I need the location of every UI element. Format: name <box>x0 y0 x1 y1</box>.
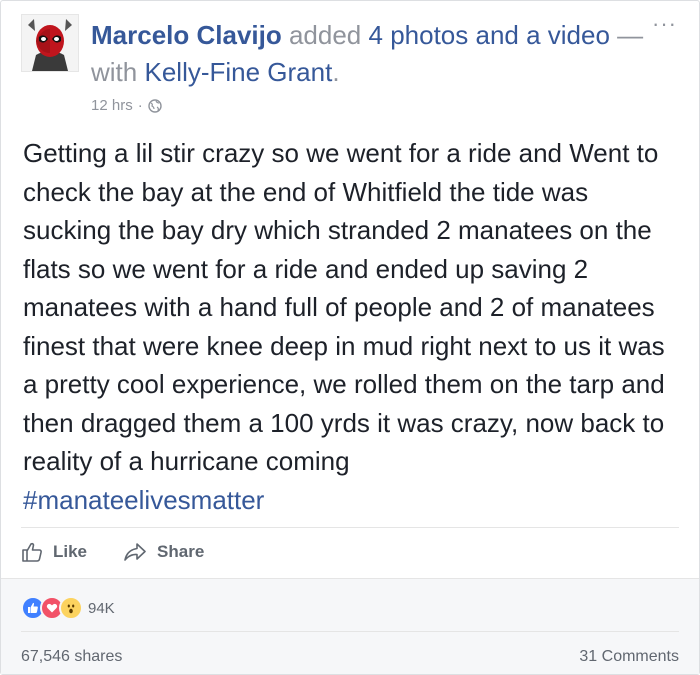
action-bar: Like Share <box>21 538 240 566</box>
tagged-person-link[interactable]: Kelly-Fine Grant <box>144 57 332 87</box>
more-options-button[interactable]: ··· <box>652 11 677 37</box>
shares-count-link[interactable]: 67,546 shares <box>21 648 122 666</box>
deadpool-avatar-icon <box>22 15 78 71</box>
like-button[interactable]: Like <box>21 541 87 563</box>
post-footer: 94K 67,546 shares 31 Comments <box>1 578 699 674</box>
action-word: added <box>288 20 362 50</box>
meta-separator: · <box>137 97 143 114</box>
post-header: Marcelo Clavijo added 4 photos and a vid… <box>91 17 651 91</box>
action-object-link[interactable]: 4 photos and a video <box>369 20 610 50</box>
avatar[interactable] <box>21 14 79 72</box>
author-name[interactable]: Marcelo Clavijo <box>91 20 282 50</box>
post-body: Getting a lil stir crazy so we went for … <box>23 134 683 519</box>
wow-reaction-icon <box>59 596 83 620</box>
divider <box>21 527 679 528</box>
thumbs-up-icon <box>22 542 42 562</box>
post-card: Marcelo Clavijo added 4 photos and a vid… <box>0 0 700 675</box>
globe-icon[interactable] <box>148 98 162 113</box>
timestamp-link[interactable]: 12 hrs <box>91 97 133 114</box>
share-label: Share <box>157 542 205 561</box>
reaction-count: 94K <box>88 599 115 617</box>
post-meta: 12 hrs · <box>91 97 162 114</box>
reactions-summary[interactable]: 94K <box>21 596 115 620</box>
comments-count-link[interactable]: 31 Comments <box>579 648 679 666</box>
tag-suffix: . <box>332 57 340 87</box>
share-arrow-icon <box>124 543 146 561</box>
hashtag-link[interactable]: #manateelivesmatter <box>23 485 264 515</box>
like-label: Like <box>53 542 88 561</box>
divider <box>21 631 679 632</box>
post-body-text: Getting a lil stir crazy so we went for … <box>23 138 665 476</box>
share-button[interactable]: Share <box>123 542 204 562</box>
